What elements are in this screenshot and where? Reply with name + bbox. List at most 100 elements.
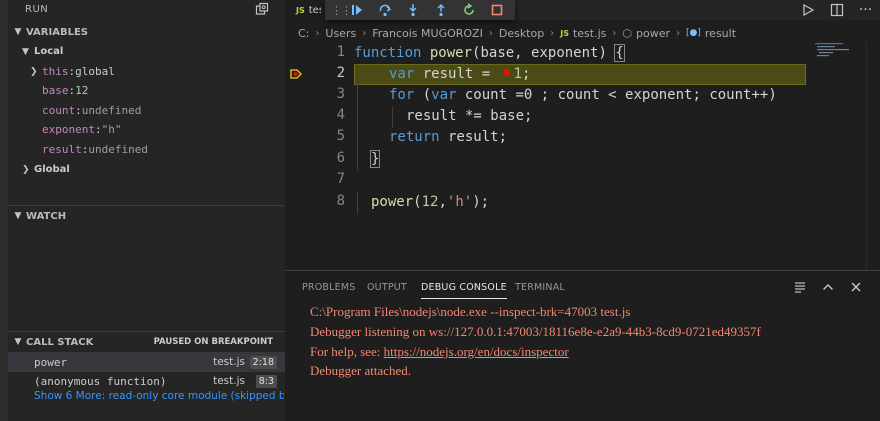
- line-number: 4: [336, 107, 345, 123]
- chevron-down-icon: ▼: [14, 337, 22, 347]
- inspector-docs-link[interactable]: https://nodejs.org/en/docs/inspector: [384, 344, 569, 359]
- scope-global[interactable]: ❯ Global: [8, 160, 285, 179]
- variable-value: 12: [75, 84, 89, 97]
- variable-count[interactable]: count: undefined: [8, 101, 285, 120]
- minimap[interactable]: [815, 42, 865, 64]
- breadcrumb-variable[interactable]: result: [705, 27, 736, 40]
- variable-name: result: [42, 143, 82, 156]
- javascript-file-icon: JS: [560, 28, 569, 38]
- variables-title: VARIABLES: [26, 26, 88, 38]
- continue-icon[interactable]: [343, 0, 371, 20]
- scope-local-label: Local: [34, 46, 64, 57]
- code-line-6[interactable]: }: [369, 149, 381, 170]
- breadcrumb-file[interactable]: test.js: [573, 27, 606, 40]
- code-line-3[interactable]: for (var count =0 ; count < exponent; co…: [389, 85, 777, 106]
- line-number: 7: [336, 171, 345, 187]
- variables-section-header[interactable]: ▼ VARIABLES: [8, 22, 285, 42]
- variable-value: undefined: [81, 104, 142, 117]
- variable-name: count: [42, 104, 76, 117]
- stack-frame[interactable]: (anonymous function) test.js 8:3: [8, 371, 285, 391]
- drag-grip-icon[interactable]: ⋮⋮: [331, 4, 352, 17]
- line-number: 6: [336, 150, 345, 166]
- activity-bar-edge: [0, 0, 8, 421]
- watch-section-header[interactable]: ▼ WATCH: [8, 206, 285, 226]
- tab-problems[interactable]: PROBLEMS: [302, 271, 355, 303]
- maximize-panel-icon[interactable]: [814, 277, 842, 297]
- chevron-right-icon: ›: [550, 27, 555, 39]
- variable-value: global: [75, 65, 115, 78]
- stop-icon[interactable]: [483, 0, 511, 20]
- variable-this[interactable]: ❯ this: global: [8, 62, 285, 81]
- stack-frame-name: (anonymous function): [34, 374, 167, 388]
- chevron-right-icon: ›: [315, 27, 320, 39]
- breadcrumb-item[interactable]: Desktop: [499, 27, 544, 40]
- breakpoint-paused-icon[interactable]: [290, 68, 302, 80]
- breadcrumb-function[interactable]: power: [636, 27, 670, 40]
- variable-exponent[interactable]: exponent: "h": [8, 120, 285, 139]
- inline-breakpoint-icon[interactable]: [502, 69, 510, 76]
- variable-name: exponent: [42, 123, 95, 136]
- split-editor-icon[interactable]: [822, 0, 851, 20]
- indent-guide: [357, 192, 358, 214]
- editor-scrollbar[interactable]: [866, 42, 880, 270]
- stack-frame[interactable]: power test.js 2:18: [8, 352, 285, 372]
- line-number: 2: [336, 65, 345, 81]
- editor-tab-bar: JS test.js ⋮⋮: [285, 0, 880, 20]
- tab-output[interactable]: OUTPUT: [367, 271, 407, 303]
- bottom-panel: PROBLEMS OUTPUT DEBUG CONSOLE TERMINAL C…: [285, 270, 880, 421]
- symbol-variable-icon: [●]: [686, 28, 701, 38]
- clear-console-icon[interactable]: [786, 277, 814, 297]
- code-line-2[interactable]: var result = 1;: [389, 64, 530, 85]
- code-line-5[interactable]: return result;: [389, 127, 507, 148]
- variable-value: undefined: [88, 143, 148, 156]
- callstack-title: CALL STACK: [26, 336, 94, 348]
- settings-icon[interactable]: [255, 2, 269, 16]
- callstack-status: PAUSED ON BREAKPOINT: [153, 337, 273, 347]
- chevron-right-icon: ›: [488, 27, 493, 39]
- callstack-section-header[interactable]: ▼ CALL STACK PAUSED ON BREAKPOINT: [8, 332, 285, 352]
- more-actions-icon[interactable]: ···: [851, 0, 880, 20]
- chevron-down-icon: ▼: [22, 46, 29, 57]
- stack-frame-file: test.js: [213, 375, 245, 387]
- variable-base[interactable]: base: 12: [8, 81, 285, 100]
- code-line-1[interactable]: function power(base, exponent) {: [354, 43, 625, 64]
- stack-frame-position: 8:3: [255, 374, 277, 388]
- chevron-right-icon: ❯: [30, 66, 38, 77]
- panel-actions: [786, 277, 870, 297]
- symbol-method-icon: ⬡: [622, 26, 632, 40]
- chevron-down-icon: ▼: [14, 211, 22, 221]
- code-line-4[interactable]: result *= base;: [406, 106, 532, 127]
- close-panel-icon[interactable]: [842, 277, 870, 297]
- variable-result[interactable]: result: undefined: [8, 140, 285, 159]
- restart-icon[interactable]: [455, 0, 483, 20]
- console-line: Debugger attached.: [310, 363, 412, 378]
- variable-name: this: [42, 65, 69, 78]
- editor-tab-test-js[interactable]: JS test.js: [285, 0, 325, 20]
- console-line: Debugger listening on ws://127.0.0.1:470…: [310, 324, 761, 339]
- line-number: 5: [336, 128, 345, 144]
- code-line-8[interactable]: power(12,'h');: [371, 192, 489, 213]
- scope-global-label: Global: [34, 164, 70, 175]
- step-over-icon[interactable]: [371, 0, 399, 20]
- tab-debug-console[interactable]: DEBUG CONSOLE: [421, 271, 507, 303]
- run-icon[interactable]: [793, 0, 822, 20]
- javascript-file-icon: JS: [296, 5, 305, 15]
- show-more-frames-link[interactable]: Show 6 More: read-only core module (skip…: [34, 390, 284, 402]
- scope-local[interactable]: ▼ Local: [8, 42, 285, 61]
- chevron-right-icon: ›: [362, 27, 367, 39]
- console-line: C:\Program Files\nodejs\node.exe --inspe…: [310, 304, 631, 319]
- variable-value: "h": [101, 123, 122, 136]
- tab-label: test.js: [308, 4, 321, 16]
- step-into-icon[interactable]: [399, 0, 427, 20]
- watch-title: WATCH: [26, 210, 67, 222]
- run-view-header: RUN: [8, 0, 285, 18]
- indent-guide: [392, 107, 393, 128]
- tab-terminal[interactable]: TERMINAL: [515, 271, 565, 303]
- breadcrumb-item[interactable]: Francois MUGOROZI: [372, 27, 483, 40]
- breadcrumb-item[interactable]: C:: [298, 27, 309, 40]
- console-line: For help, see: https://nodejs.org/en/doc…: [310, 344, 569, 359]
- chevron-down-icon: ▼: [14, 27, 22, 37]
- breadcrumb-item[interactable]: Users: [325, 27, 356, 40]
- indent-guide: [357, 64, 358, 170]
- step-out-icon[interactable]: [427, 0, 455, 20]
